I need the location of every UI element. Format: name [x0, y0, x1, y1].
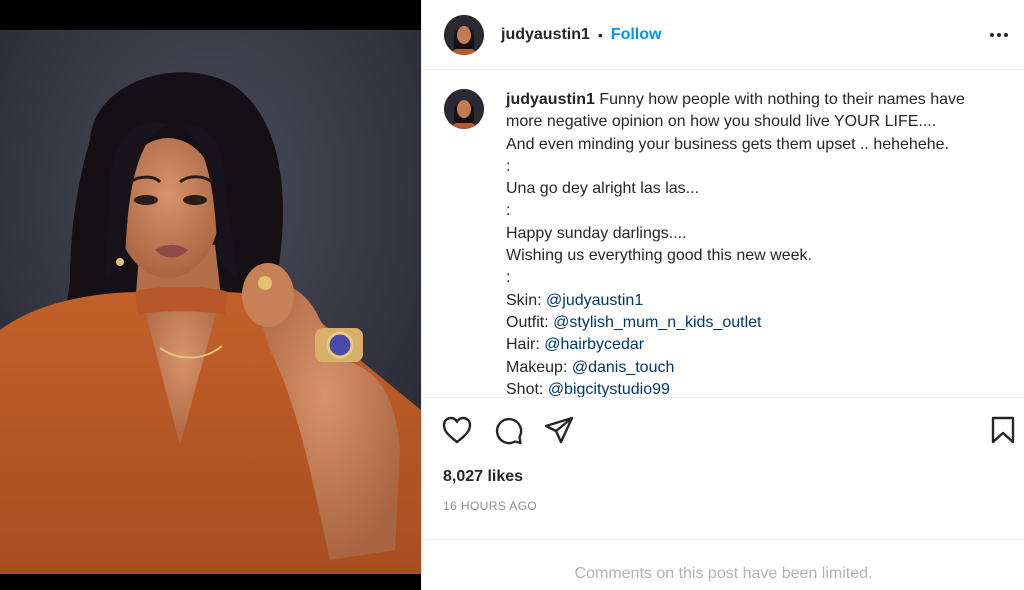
credit-label: Hair:	[506, 336, 540, 354]
credit-mention[interactable]: @hairbycedar	[544, 336, 644, 353]
caption-username[interactable]: judyaustin1	[506, 91, 595, 108]
caption-line: :	[506, 269, 511, 287]
separator-dot: •	[597, 26, 603, 43]
instagram-post: judyaustin1 • Follow judyaustin1 Funny h…	[0, 0, 1024, 590]
action-icons	[442, 415, 574, 445]
credit-mention[interactable]: @bigcitystudio99	[548, 381, 670, 397]
caption-line: Happy sunday darlings....	[506, 224, 687, 242]
credit-label: Shot:	[506, 380, 544, 397]
post-side-panel: judyaustin1 • Follow judyaustin1 Funny h…	[421, 0, 1024, 590]
caption-text: judyaustin1 Funny how people with nothin…	[506, 89, 1006, 397]
caption-line: Funny how people with nothing to their n…	[599, 91, 965, 108]
post-header: judyaustin1 • Follow	[422, 0, 1024, 70]
credit-line: Outfit: @stylish_mum_n_kids_outlet	[506, 312, 1006, 334]
credit-line: Makeup: @danis_touch	[506, 357, 1006, 379]
caption: judyaustin1 Funny how people with nothin…	[422, 71, 1024, 397]
bookmark-icon[interactable]	[988, 415, 1018, 445]
author-avatar[interactable]	[444, 14, 484, 55]
credit-line: Shot: @bigcitystudio99	[506, 379, 1006, 397]
caption-line: And even minding your business gets them…	[506, 135, 949, 153]
credit-mention[interactable]: @judyaustin1	[546, 292, 643, 309]
comment-icon[interactable]	[493, 415, 523, 445]
caption-line: more negative opinion on how you should …	[506, 113, 937, 131]
credit-line: Hair: @hairbycedar	[506, 334, 1006, 356]
credit-label: Skin:	[506, 291, 542, 309]
author-username[interactable]: judyaustin1	[501, 26, 590, 44]
post-timestamp[interactable]: 16 HOURS AGO	[443, 499, 537, 513]
caption-scroll-area[interactable]: judyaustin1 Funny how people with nothin…	[422, 71, 1024, 397]
credit-label: Makeup:	[506, 358, 568, 376]
likes-count[interactable]: 8,027 likes	[443, 468, 523, 486]
caption-line: :	[506, 202, 511, 220]
follow-button[interactable]: Follow	[611, 26, 662, 44]
actions-bar: 8,027 likes 16 HOURS AGO	[422, 397, 1024, 540]
credit-label: Outfit:	[506, 313, 549, 331]
caption-line: Wishing us everything good this new week…	[506, 247, 812, 265]
caption-first-line: judyaustin1 Funny how people with nothin…	[506, 89, 1006, 111]
post-photo[interactable]	[0, 30, 421, 574]
paper-plane-icon[interactable]	[544, 415, 574, 445]
caption-avatar[interactable]	[444, 89, 484, 129]
more-horizontal-icon[interactable]	[986, 22, 1012, 48]
avatar-image	[444, 14, 484, 55]
caption-line: Una go dey alright las las...	[506, 180, 699, 198]
comments-limited-notice: Comments on this post have been limited.	[574, 565, 873, 582]
credit-line: Skin: @judyaustin1	[506, 290, 1006, 312]
credit-mention[interactable]: @danis_touch	[572, 359, 675, 376]
credit-mention[interactable]: @stylish_mum_n_kids_outlet	[553, 314, 761, 331]
avatar-image	[444, 89, 484, 129]
caption-line: :	[506, 157, 511, 175]
heart-icon[interactable]	[442, 415, 472, 445]
post-media	[0, 0, 421, 590]
